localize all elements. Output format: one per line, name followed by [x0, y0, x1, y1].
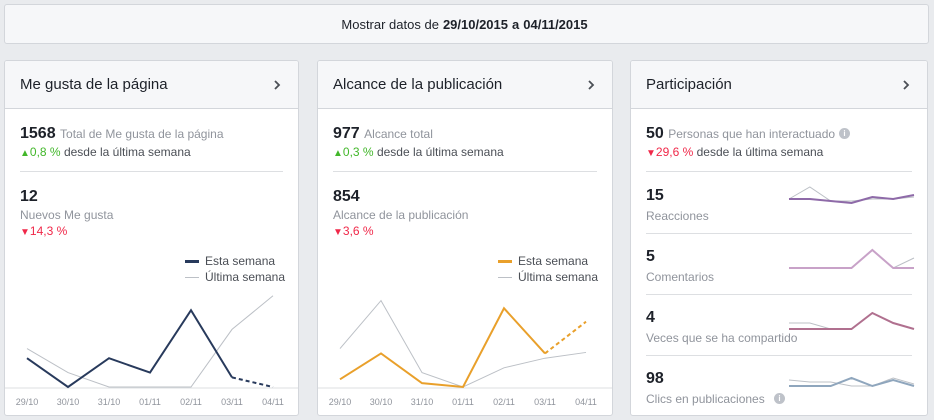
x-tick-label: 31/10: [98, 397, 121, 407]
date-range-start: 29/10/2015: [442, 16, 509, 32]
reach-card: Alcance de la publicación 977 Alcance to…: [317, 60, 613, 416]
x-tick-label: 02/11: [180, 397, 202, 407]
x-tick-label: 02/11: [493, 397, 515, 407]
x-tick-label: 30/10: [370, 397, 393, 407]
x-tick-label: 29/10: [16, 397, 39, 407]
x-tick-label: 29/10: [329, 397, 352, 407]
x-tick-label: 03/11: [534, 397, 556, 407]
series-this-week-projection: [544, 320, 587, 355]
sparkline-this-week: [789, 248, 914, 269]
x-tick-label: 31/10: [411, 397, 434, 407]
x-tick-label: 30/10: [57, 397, 80, 407]
likes-card: Me gusta de la página 1568 Total de Me g…: [4, 60, 299, 416]
series-last-week: [339, 299, 587, 388]
x-tick-label: 01/11: [452, 397, 474, 407]
date-range-end: 04/11/2015: [523, 16, 588, 32]
x-tick-label: 04/11: [575, 397, 597, 407]
date-range-bar: Mostrar datos de 29/10/2015 a 04/11/2015: [4, 4, 929, 44]
series-this-week: [339, 306, 546, 389]
sparkline-this-week: [789, 194, 915, 205]
date-range-connector: a: [512, 16, 520, 32]
engagement-sparklines: [788, 186, 915, 388]
sparkline-last-week: [789, 312, 915, 330]
date-range-prefix: Mostrar datos de: [341, 16, 439, 32]
series-this-week: [26, 308, 233, 389]
engagement-card: Participación 50 Personas que han intera…: [630, 60, 928, 416]
x-tick-label: 01/11: [139, 397, 161, 407]
reach-line-chart: 29/10 30/10 31/10 01/11 02/11 03/11 04/11: [318, 299, 612, 407]
series-this-week-projection: [231, 376, 274, 388]
sparkline-last-week: [789, 249, 915, 269]
sparkline-this-week: [789, 311, 915, 330]
x-tick-label: 04/11: [262, 397, 284, 407]
sparkline-last-week: [788, 377, 915, 387]
x-tick-label: 03/11: [221, 397, 243, 407]
likes-line-chart: 29/10 30/10 31/10 01/11 02/11 03/11 04/11: [5, 295, 298, 407]
